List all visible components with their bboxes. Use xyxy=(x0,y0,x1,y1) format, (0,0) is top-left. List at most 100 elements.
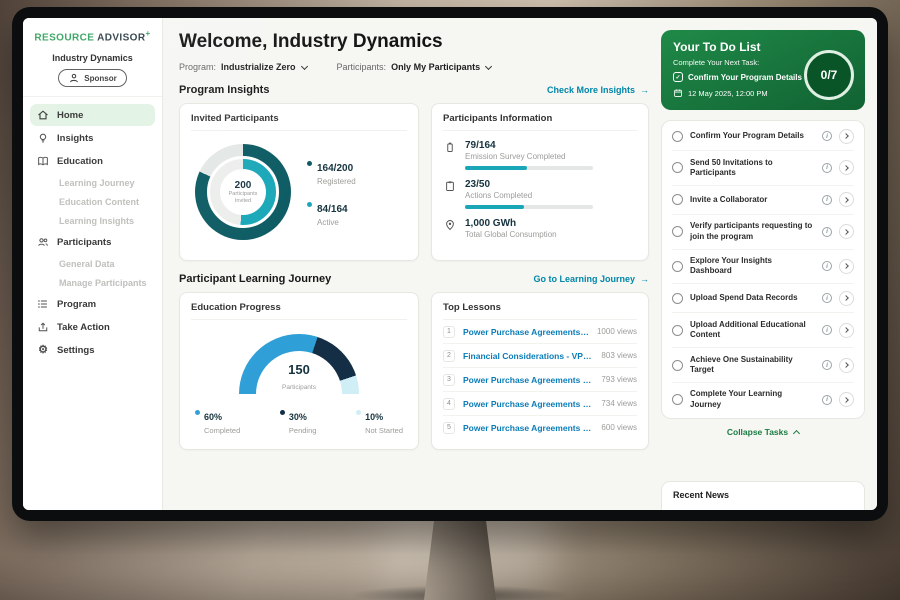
card-title: Education Progress xyxy=(191,302,407,320)
chevron-right-icon[interactable] xyxy=(839,392,854,407)
progress-bar xyxy=(465,205,593,209)
location-pin-icon xyxy=(443,218,456,239)
participants-select[interactable]: Participants: Only My Participants xyxy=(337,62,492,72)
sidebar-item-label: Settings xyxy=(57,345,94,356)
chevron-right-icon[interactable] xyxy=(839,323,854,338)
chevron-right-icon[interactable] xyxy=(839,160,854,175)
info-row-actions: 23/50 Actions Completed xyxy=(443,179,637,209)
lesson-link[interactable]: Financial Considerations - VPPAs xyxy=(463,351,593,361)
sidebar-item-learning-insights[interactable]: Learning Insights xyxy=(30,211,155,230)
check-more-insights-link[interactable]: Check More Insights → xyxy=(547,85,649,95)
chevron-right-icon[interactable] xyxy=(839,358,854,373)
collapse-tasks-link[interactable]: Collapse Tasks xyxy=(661,419,865,441)
legend-active: 84/164 Active xyxy=(307,199,356,227)
sidebar-item-education[interactable]: Education xyxy=(30,150,155,172)
info-icon[interactable]: i xyxy=(822,163,832,173)
task-row[interactable]: Confirm Your Program Details i xyxy=(672,122,854,151)
task-row[interactable]: Invite a Collaborator i xyxy=(672,186,854,215)
participants-label: Participants: xyxy=(337,62,387,72)
task-row[interactable]: Achieve One Sustainability Target i xyxy=(672,348,854,383)
info-icon[interactable]: i xyxy=(822,360,832,370)
donut-center-label: Participants Invited xyxy=(220,191,266,204)
info-icon[interactable]: i xyxy=(822,261,832,271)
info-icon[interactable]: i xyxy=(822,325,832,335)
lesson-row: 2 Financial Considerations - VPPAs 803 v… xyxy=(443,344,637,368)
gear-icon: ⚙ xyxy=(37,344,49,356)
info-icon[interactable]: i xyxy=(822,395,832,405)
info-icon[interactable]: i xyxy=(822,227,832,237)
todo-next-task[interactable]: ✓ Confirm Your Program Details xyxy=(673,72,803,82)
lesson-views: 600 views xyxy=(601,423,637,432)
chevron-right-icon[interactable] xyxy=(839,192,854,207)
collapse-label: Collapse Tasks xyxy=(727,427,788,437)
lesson-link[interactable]: Power Purchase Agreements 101 xyxy=(463,375,593,385)
task-label: Confirm Your Program Details xyxy=(690,131,815,141)
sidebar-item-insights[interactable]: Insights xyxy=(30,127,155,149)
task-checkbox[interactable] xyxy=(672,194,683,205)
task-checkbox[interactable] xyxy=(672,162,683,173)
task-label: Send 50 Invitations to Participants xyxy=(690,158,815,179)
task-row[interactable]: Explore Your Insights Dashboard i xyxy=(672,250,854,285)
app-logo[interactable]: RESOURCE ADVISOR+ xyxy=(23,29,162,43)
program-select[interactable]: Program: Industrialize Zero xyxy=(179,62,307,72)
task-checkbox[interactable] xyxy=(672,261,683,272)
checkbox-icon[interactable]: ✓ xyxy=(673,72,683,82)
next-task-label: Confirm Your Program Details xyxy=(688,73,802,82)
sidebar-item-learning-journey[interactable]: Learning Journey xyxy=(30,173,155,192)
sponsor-badge[interactable]: Sponsor xyxy=(58,69,126,87)
chevron-right-icon[interactable] xyxy=(839,259,854,274)
go-to-learning-journey-link[interactable]: Go to Learning Journey → xyxy=(533,274,649,284)
lesson-link[interactable]: Power Purchase Agreements 101 xyxy=(463,327,589,337)
sidebar-item-take-action[interactable]: Take Action xyxy=(30,316,155,338)
sidebar-item-general-data[interactable]: General Data xyxy=(30,254,155,273)
task-row[interactable]: Verify participants requesting to join t… xyxy=(672,215,854,250)
task-row[interactable]: Upload Spend Data Records i xyxy=(672,284,854,313)
info-row-consumption: 1,000 GWh Total Global Consumption xyxy=(443,218,637,239)
sidebar-item-settings[interactable]: ⚙ Settings xyxy=(30,339,155,361)
chevron-down-icon xyxy=(485,62,492,69)
legend-label: Active xyxy=(317,218,356,227)
info-icon[interactable]: i xyxy=(822,195,832,205)
legend-label: Pending xyxy=(289,426,317,435)
sidebar-item-home[interactable]: Home xyxy=(30,104,155,126)
lesson-link[interactable]: Power Purchase Agreements 102 xyxy=(463,399,593,409)
task-row[interactable]: Send 50 Invitations to Participants i xyxy=(672,151,854,186)
sidebar-item-manage-participants[interactable]: Manage Participants xyxy=(30,273,155,292)
task-checkbox[interactable] xyxy=(672,131,683,142)
todo-progress-ring: 0/7 xyxy=(804,50,854,100)
info-value: 1,000 GWh xyxy=(465,218,557,229)
arrow-right-icon: → xyxy=(640,85,649,95)
sidebar-item-label: Participants xyxy=(57,237,111,248)
sidebar-item-label: Learning Journey xyxy=(59,178,135,188)
sidebar: RESOURCE ADVISOR+ Industry Dynamics Spon… xyxy=(23,18,163,510)
chevron-right-icon[interactable] xyxy=(839,129,854,144)
task-checkbox[interactable] xyxy=(672,325,683,336)
gauge-legend: 60% Completed 30% Pending 10% Not Starte… xyxy=(191,407,407,435)
lesson-row: 4 Power Purchase Agreements 102 734 view… xyxy=(443,392,637,416)
task-checkbox[interactable] xyxy=(672,360,683,371)
page-title: Welcome, Industry Dynamics xyxy=(179,31,649,53)
info-icon[interactable]: i xyxy=(822,293,832,303)
info-label: Emission Survey Completed xyxy=(465,152,593,161)
chevron-up-icon xyxy=(793,430,800,437)
task-row[interactable]: Upload Additional Educational Content i xyxy=(672,313,854,348)
sidebar-item-education-content[interactable]: Education Content xyxy=(30,192,155,211)
chevron-right-icon[interactable] xyxy=(839,224,854,239)
recent-news-header[interactable]: Recent News xyxy=(661,481,865,510)
info-icon[interactable]: i xyxy=(822,131,832,141)
task-checkbox[interactable] xyxy=(672,226,683,237)
recent-news-title: Recent News xyxy=(673,490,729,500)
task-checkbox[interactable] xyxy=(672,293,683,304)
sidebar-item-program[interactable]: Program xyxy=(30,293,155,315)
gauge-center: 150 Participants xyxy=(239,363,359,394)
org-name: Industry Dynamics xyxy=(23,53,162,63)
chevron-right-icon[interactable] xyxy=(839,291,854,306)
participants-value: Only My Participants xyxy=(391,62,480,72)
logo-plus: + xyxy=(145,29,150,38)
info-bar-fill xyxy=(465,205,524,209)
task-checkbox[interactable] xyxy=(672,394,683,405)
link-label: Check More Insights xyxy=(547,85,635,95)
sidebar-item-participants[interactable]: Participants xyxy=(30,231,155,253)
task-row[interactable]: Complete Your Learning Journey i xyxy=(672,383,854,417)
lesson-link[interactable]: Power Purchase Agreements 103 xyxy=(463,423,593,433)
